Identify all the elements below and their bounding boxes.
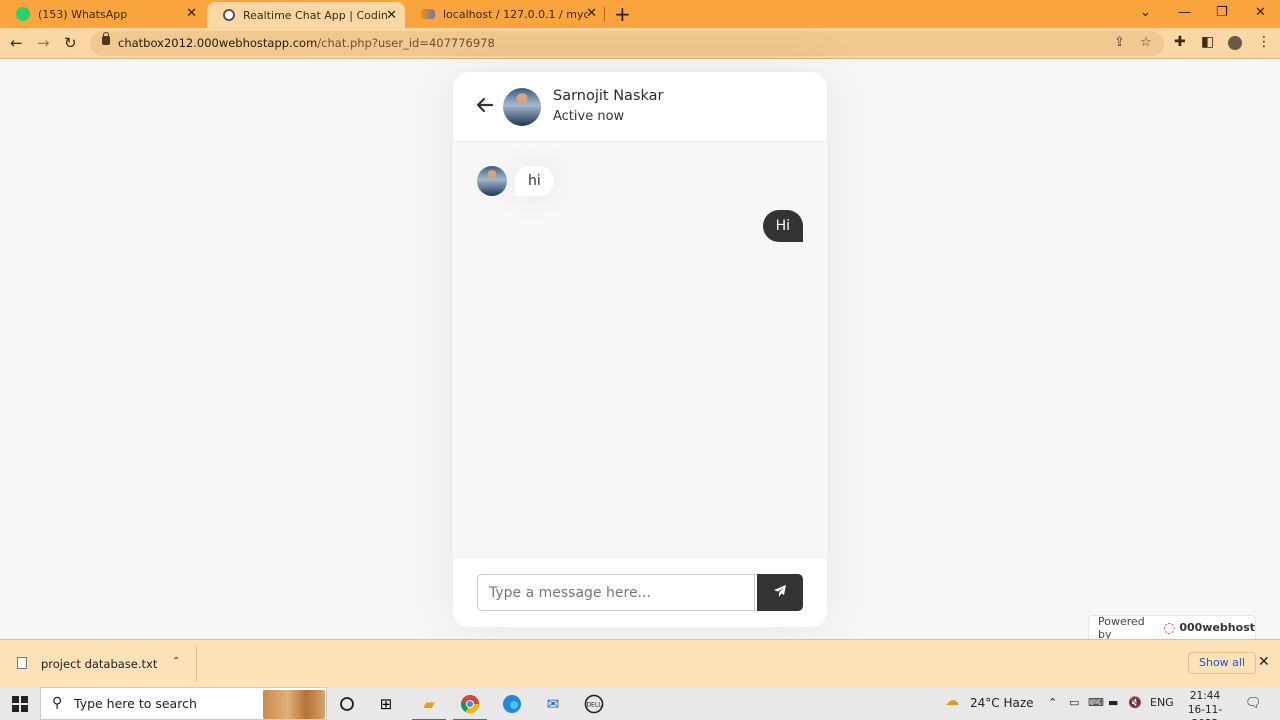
task-view-icon[interactable]: ⊞: [374, 692, 398, 716]
whatsapp-icon: [16, 7, 30, 21]
avatar: [503, 88, 541, 126]
download-bar: project database.txt ⌃ Show all ✕: [0, 639, 1280, 687]
close-tab-icon[interactable]: ✕: [586, 6, 597, 22]
download-file-name[interactable]: project database.txt: [41, 657, 157, 671]
close-tab-icon[interactable]: ✕: [186, 6, 197, 22]
phpmyadmin-icon: [421, 9, 435, 19]
tab-search-icon[interactable]: ⌄: [1140, 5, 1151, 20]
search-icon: ⚲: [52, 695, 63, 711]
notifications-icon[interactable]: 🗨: [1245, 696, 1262, 711]
new-tab-button[interactable]: +: [614, 4, 631, 24]
edge-icon[interactable]: [500, 692, 524, 716]
tab-title: Realtime Chat App | CodingNepal: [243, 8, 388, 22]
svg-text:DELL: DELL: [586, 702, 602, 709]
profile-avatar[interactable]: [1228, 36, 1242, 50]
message-bubble: hi: [515, 166, 554, 196]
globe-icon: [223, 9, 235, 21]
incoming-message: hi: [477, 166, 554, 196]
webhost-logo-icon: ◌: [1163, 619, 1176, 636]
minimize-button[interactable]: —: [1178, 5, 1191, 20]
clock[interactable]: 21:44 16-11-2022: [1180, 689, 1230, 720]
back-icon[interactable]: ←: [10, 34, 23, 52]
search-highlight-image: [263, 690, 325, 719]
paper-plane-icon: [773, 584, 787, 601]
browser-toolbar: ← → ↻ chatbox2012.000webhostapp.com/chat…: [0, 28, 1280, 59]
typing-area: [453, 559, 827, 627]
close-icon[interactable]: ✕: [1258, 654, 1270, 670]
meet-now-icon[interactable]: ▭: [1069, 696, 1079, 709]
tab-title: (153) WhatsApp: [38, 7, 128, 21]
share-icon[interactable]: ⇪: [1114, 35, 1125, 50]
tab-divider: [604, 7, 605, 21]
windows-start-button[interactable]: [12, 696, 28, 712]
divider: [196, 646, 197, 682]
address-bar[interactable]: chatbox2012.000webhostapp.com/chat.php?u…: [90, 31, 1164, 56]
taskbar: ⚲ Type here to search ⊞ ▰ ✉ DELL ☁ 24°C …: [0, 687, 1280, 720]
close-window-button[interactable]: ✕: [1255, 5, 1266, 20]
avatar: [477, 166, 507, 196]
message-input[interactable]: [477, 574, 755, 611]
chevron-up-icon[interactable]: ⌃: [172, 656, 180, 667]
close-tab-icon[interactable]: ✕: [386, 8, 397, 24]
weather-icon: ☁: [945, 693, 959, 709]
lock-icon: [102, 32, 110, 45]
maximize-button[interactable]: ❐: [1216, 5, 1228, 20]
contact-status: Active now: [553, 109, 625, 124]
url-text: chatbox2012.000webhostapp.com/chat.php?u…: [118, 36, 495, 50]
language-indicator[interactable]: ENG: [1150, 696, 1174, 709]
mail-icon[interactable]: ✉: [541, 692, 565, 716]
forward-icon[interactable]: →: [37, 34, 50, 52]
tab-whatsapp[interactable]: (153) WhatsApp ✕: [0, 0, 205, 28]
file-explorer-icon[interactable]: ▰: [412, 692, 446, 720]
menu-icon[interactable]: ⋮: [1257, 34, 1271, 50]
clock-time: 21:44: [1189, 690, 1221, 702]
reload-icon[interactable]: ↻: [64, 34, 77, 52]
chat-window: Sarnojit Naskar Active now hi Hi: [453, 72, 827, 627]
extensions-icon[interactable]: ✚: [1174, 34, 1186, 50]
volume-muted-icon[interactable]: 🔇: [1128, 696, 1142, 709]
search-placeholder: Type here to search: [74, 696, 197, 711]
chat-header: Sarnojit Naskar Active now: [453, 72, 827, 142]
side-panel-icon[interactable]: ◧: [1201, 34, 1214, 50]
powered-by-badge[interactable]: Powered by ◌ 000webhost: [1088, 615, 1256, 641]
dell-icon[interactable]: DELL: [582, 692, 606, 716]
taskbar-search[interactable]: ⚲ Type here to search: [40, 687, 327, 720]
message-list: hi Hi: [453, 142, 827, 559]
bookmark-star-icon[interactable]: ☆: [1140, 35, 1152, 50]
show-all-button[interactable]: Show all: [1188, 652, 1257, 674]
battery-icon[interactable]: ▬: [1108, 696, 1118, 709]
browser-tab-strip: (153) WhatsApp ✕ Realtime Chat App | Cod…: [0, 0, 1280, 28]
text-file-icon: [17, 657, 27, 669]
tab-title: localhost / 127.0.0.1 / mychat / m: [443, 7, 588, 21]
back-arrow-icon[interactable]: [476, 96, 494, 117]
contact-name: Sarnojit Naskar: [553, 88, 664, 104]
chrome-icon[interactable]: [453, 692, 487, 720]
send-button[interactable]: [757, 574, 803, 611]
outgoing-message: Hi: [762, 210, 803, 242]
network-icon[interactable]: ⌨: [1088, 696, 1104, 709]
chevron-up-icon[interactable]: ⌃: [1048, 696, 1057, 709]
weather-text[interactable]: 24°C Haze: [970, 696, 1034, 710]
tab-phpmyadmin[interactable]: localhost / 127.0.0.1 / mychat / m ✕: [405, 0, 605, 28]
clock-date: 16-11-2022: [1187, 704, 1223, 720]
cortana-icon[interactable]: [335, 692, 359, 716]
tab-chat-app[interactable]: Realtime Chat App | CodingNepal ✕: [207, 2, 405, 28]
